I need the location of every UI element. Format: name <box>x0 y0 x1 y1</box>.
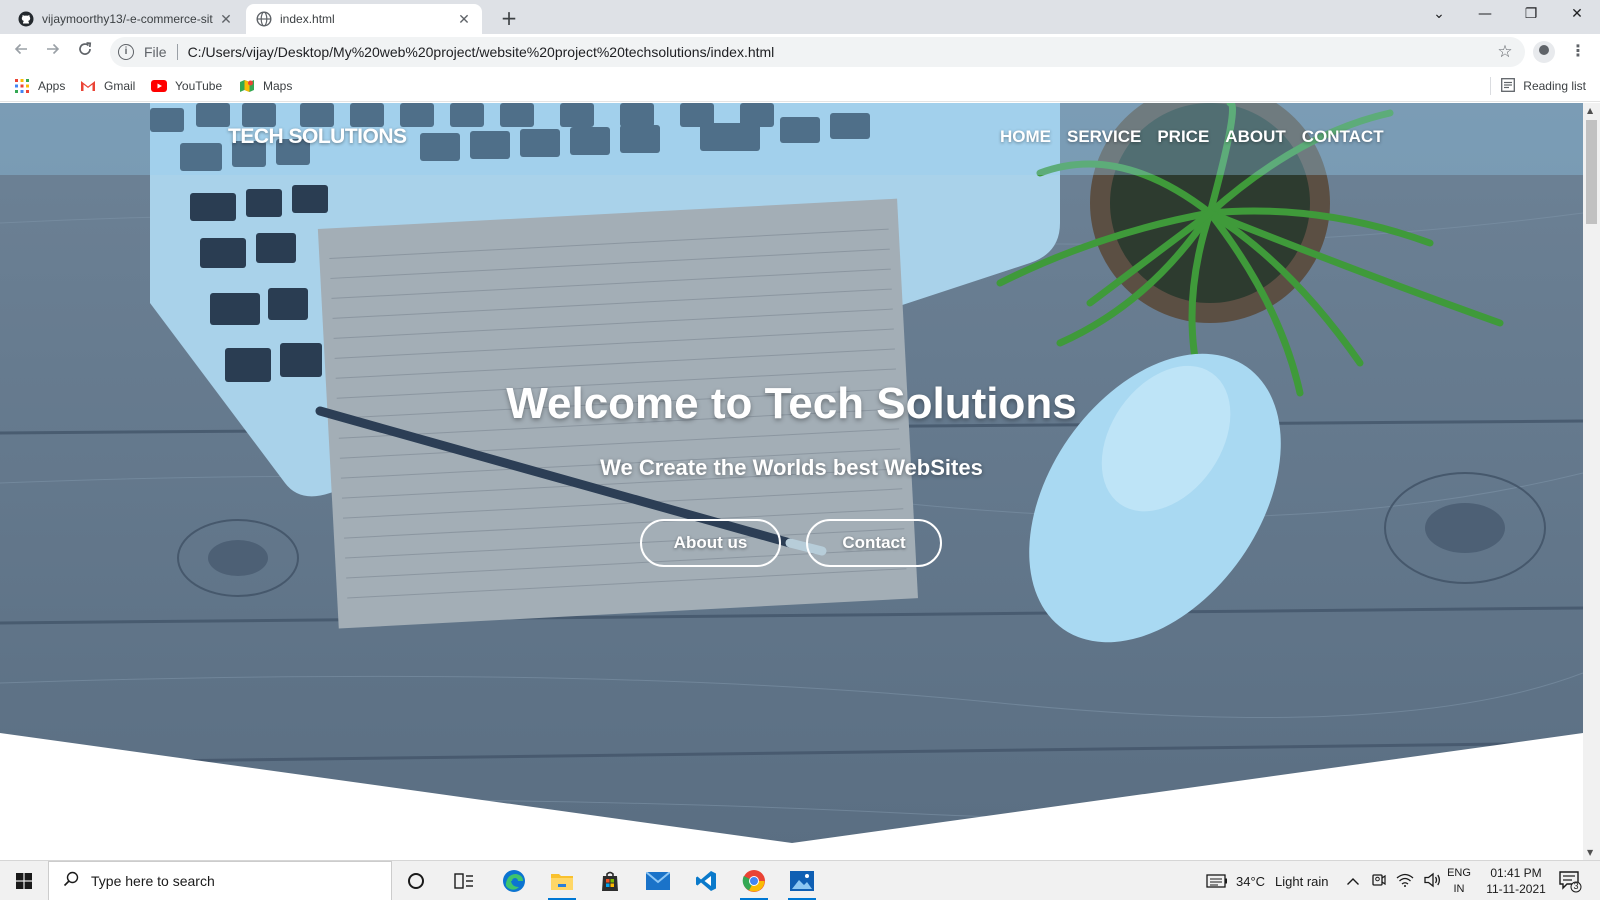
windows-taskbar: Type here to search 34°C Light rain ENG … <box>0 860 1600 900</box>
bookmark-maps[interactable]: Maps <box>239 77 292 95</box>
cortana-icon[interactable] <box>396 865 436 897</box>
store-icon[interactable] <box>590 865 630 897</box>
mail-icon[interactable] <box>638 865 678 897</box>
forward-button[interactable] <box>40 39 66 65</box>
main-menu: HOME SERVICE PRICE ABOUT CONTACT <box>1000 127 1384 147</box>
restore-button[interactable]: ❐ <box>1508 0 1554 30</box>
bookmarks-bar: Apps Gmail YouTube Maps Reading list <box>0 70 1600 102</box>
page-viewport: TECH SOLUTIONS HOME SERVICE PRICE ABOUT … <box>0 103 1600 860</box>
bookmark-label: YouTube <box>175 79 223 93</box>
page-scrollbar[interactable]: ▲ ▼ <box>1583 103 1600 860</box>
hero-background-image <box>0 103 1583 860</box>
about-us-button[interactable]: About us <box>640 519 781 567</box>
clock[interactable]: 01:41 PM 11-11-2021 <box>1480 865 1552 897</box>
bookmark-label: Apps <box>38 79 66 93</box>
file-explorer-icon[interactable] <box>542 865 582 900</box>
scrollbar-thumb[interactable] <box>1586 120 1597 224</box>
bookmark-label: Gmail <box>104 79 136 93</box>
nav-price[interactable]: PRICE <box>1157 127 1209 147</box>
hero-subtitle: We Create the Worlds best WebSites <box>600 455 983 480</box>
hero-title: Welcome to Tech Solutions <box>506 379 1077 428</box>
wifi-icon[interactable] <box>1396 873 1414 890</box>
reading-list-icon <box>1501 77 1516 95</box>
youtube-icon <box>151 78 167 94</box>
reload-button[interactable] <box>72 39 98 65</box>
language-code: ENG <box>1447 867 1471 879</box>
reading-list-button[interactable]: Reading list <box>1490 77 1586 95</box>
bookmark-apps[interactable]: Apps <box>14 77 65 95</box>
system-tray <box>1346 861 1442 900</box>
arrow-left-icon <box>14 43 27 55</box>
nav-about[interactable]: ABOUT <box>1225 127 1285 147</box>
reload-icon <box>79 42 92 55</box>
back-button[interactable] <box>8 39 34 65</box>
tab-search-button[interactable]: ⌄ <box>1416 0 1462 30</box>
tab-index-html[interactable]: index.html ✕ <box>246 4 482 34</box>
chevron-up-icon[interactable] <box>1346 874 1360 889</box>
search-placeholder: Type here to search <box>91 873 215 889</box>
task-view-icon[interactable] <box>444 865 484 897</box>
scroll-down-arrow-icon[interactable]: ▼ <box>1587 848 1593 857</box>
browser-toolbar: i File C:/Users/vijay/Desktop/My%20web%2… <box>0 34 1600 70</box>
tab-title: vijaymoorthy13/-e-commerce-sit <box>42 12 213 26</box>
site-header: TECH SOLUTIONS HOME SERVICE PRICE ABOUT … <box>0 103 1583 175</box>
clock-date: 11-11-2021 <box>1486 882 1546 896</box>
edge-icon[interactable] <box>494 865 534 897</box>
weather-temp: 34°C <box>1236 873 1266 889</box>
arrow-right-icon <box>47 43 60 55</box>
github-icon <box>18 11 34 27</box>
start-button[interactable] <box>0 861 48 900</box>
contact-button[interactable]: Contact <box>806 519 942 567</box>
reading-list-label: Reading list <box>1523 79 1586 93</box>
scroll-up-arrow-icon[interactable]: ▲ <box>1587 106 1593 115</box>
close-tab-icon[interactable]: ✕ <box>456 11 472 27</box>
weather-condition: Light rain <box>1275 873 1329 889</box>
chrome-icon[interactable] <box>734 865 774 900</box>
notification-center-icon[interactable]: 3 <box>1558 869 1582 893</box>
url-text[interactable]: C:/Users/vijay/Desktop/My%20web%20projec… <box>188 44 1493 60</box>
desktop-screen: vijaymoorthy13/-e-commerce-sit ✕ index.h… <box>0 0 1600 900</box>
gmail-icon <box>80 78 96 94</box>
tab-title: index.html <box>280 12 335 26</box>
info-icon[interactable]: i <box>118 44 134 60</box>
profile-avatar[interactable] <box>1533 41 1555 63</box>
nav-service[interactable]: SERVICE <box>1067 127 1141 147</box>
nav-home[interactable]: HOME <box>1000 127 1051 147</box>
vscode-icon[interactable] <box>686 865 726 897</box>
tab-github[interactable]: vijaymoorthy13/-e-commerce-sit ✕ <box>8 4 244 34</box>
new-tab-button[interactable]: + <box>496 6 522 32</box>
clock-time: 01:41 PM <box>1490 866 1542 880</box>
close-window-button[interactable]: ✕ <box>1554 0 1600 30</box>
bookmark-youtube[interactable]: YouTube <box>151 77 222 95</box>
address-bar[interactable]: i File C:/Users/vijay/Desktop/My%20web%2… <box>110 37 1525 67</box>
site-logo[interactable]: TECH SOLUTIONS <box>228 125 407 149</box>
address-separator <box>176 44 178 60</box>
volume-icon[interactable] <box>1424 872 1442 891</box>
bookmark-gmail[interactable]: Gmail <box>80 77 135 95</box>
globe-icon <box>256 11 272 27</box>
nav-contact[interactable]: CONTACT <box>1302 127 1384 147</box>
meet-now-icon[interactable] <box>1370 872 1386 891</box>
apps-grid-icon <box>14 78 30 94</box>
minimize-button[interactable]: — <box>1462 0 1508 30</box>
battery-saver-icon <box>1206 874 1227 888</box>
browser-tab-strip: vijaymoorthy13/-e-commerce-sit ✕ index.h… <box>0 0 1600 34</box>
hero-section: TECH SOLUTIONS HOME SERVICE PRICE ABOUT … <box>0 103 1583 860</box>
photos-icon[interactable] <box>782 865 822 900</box>
divider <box>1490 77 1492 95</box>
weather-widget[interactable]: 34°C Light rain <box>1206 861 1329 900</box>
bookmark-label: Maps <box>263 79 293 93</box>
browser-menu-icon[interactable]: ⋮ <box>1570 40 1586 62</box>
notification-count: 3 <box>1573 881 1579 891</box>
taskbar-search-box[interactable]: Type here to search <box>48 861 392 900</box>
bookmark-star-icon[interactable]: ☆ <box>1493 42 1517 62</box>
windows-logo-icon <box>16 873 32 889</box>
region-code: IN <box>1453 883 1465 895</box>
maps-icon <box>239 78 255 94</box>
close-tab-icon[interactable]: ✕ <box>218 11 234 27</box>
language-indicator[interactable]: ENG IN <box>1444 865 1474 897</box>
scheme-label: File <box>144 44 167 60</box>
search-icon <box>61 871 81 891</box>
